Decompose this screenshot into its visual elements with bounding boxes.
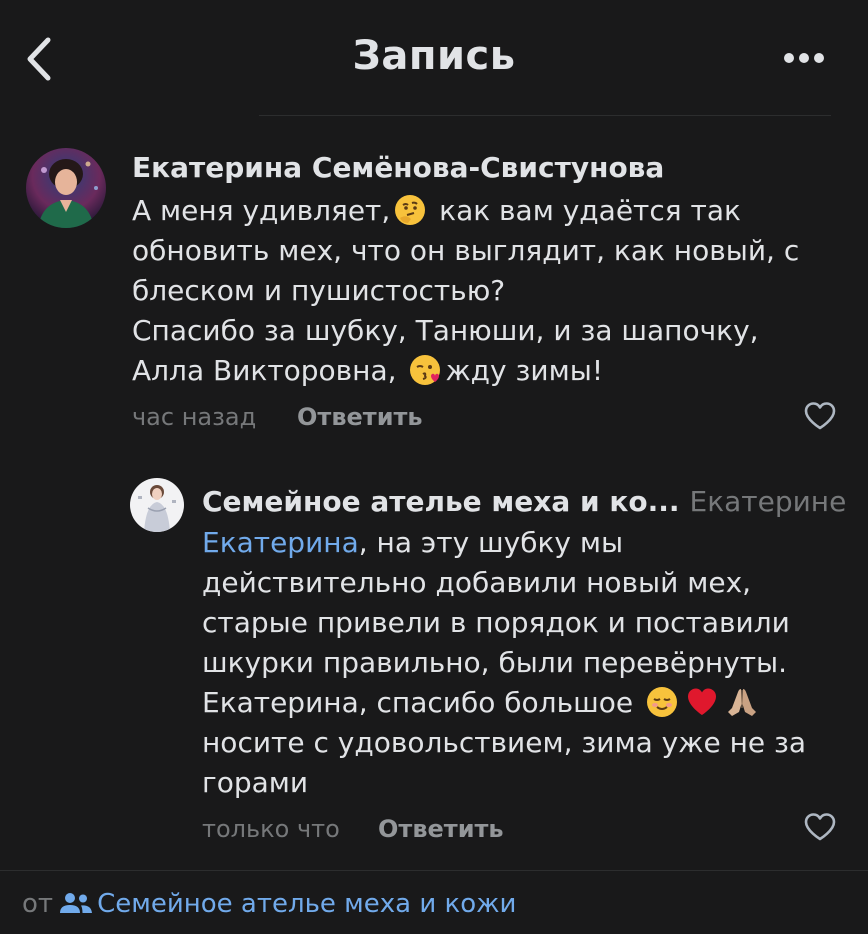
text-line: обновить мех, что он выглядит, как новый… (132, 234, 800, 267)
comment-author[interactable]: Екатерина Семёнова-Свистунова (132, 151, 664, 184)
red-heart-emoji (687, 688, 716, 715)
reply-to-label[interactable]: Екатерине (690, 485, 847, 518)
text-line: действительно добавили новый мех, (202, 566, 752, 599)
comment-time: час назад (132, 403, 257, 431)
more-horizontal-icon (784, 53, 824, 63)
text-line: носите с удовольствием, зима уже не за (202, 726, 807, 759)
text-segment: жду зимы! (445, 354, 604, 387)
reply-text: Екатерина, на эту шубку мы действительно… (202, 523, 806, 803)
top-bar: Запись (0, 0, 868, 116)
avatar[interactable] (26, 148, 106, 228)
text-segment: А меня удивляет, (132, 194, 391, 227)
reply-reply-button[interactable]: Ответить (378, 815, 504, 843)
footer-divider (0, 870, 868, 871)
mention-link[interactable]: Екатерина (202, 526, 359, 559)
thinking-face-emoji (395, 195, 426, 225)
reply-time: только что (202, 815, 340, 843)
text-segment: , на эту шубку мы (358, 526, 624, 559)
more-button[interactable] (780, 44, 828, 72)
text-line: Спасибо за шубку, Танюши, и за шапочку, (132, 314, 759, 347)
text-line: старые привели в порядок и поставили (202, 606, 790, 639)
text-segment: Екатерина, спасибо большое (202, 686, 634, 719)
users-icon (60, 893, 93, 913)
source-footer: от Семейное ателье меха и кожи (22, 889, 516, 919)
heart-outline-icon (804, 813, 836, 841)
footer-prefix: от (22, 889, 54, 919)
text-segment: как вам удаётся так (439, 194, 741, 227)
heart-outline-icon (804, 402, 836, 430)
text-line: блеском и пушистостью? (132, 274, 506, 307)
reply-avatar[interactable] (130, 478, 184, 532)
reply-like-button[interactable] (803, 811, 837, 843)
like-button[interactable] (803, 400, 837, 432)
reply-author[interactable]: Семейное ателье меха и ко... Екатерине (202, 485, 846, 518)
reply-button[interactable]: Ответить (297, 403, 423, 431)
header-divider (259, 115, 831, 116)
reply-author-name[interactable]: Семейное ателье меха и ко... (202, 485, 680, 518)
smiling-face-emoji (646, 687, 677, 717)
page-title: Запись (352, 33, 516, 79)
text-line: шкурки правильно, были перевёрнуты. (202, 646, 788, 679)
text-segment: Алла Викторовна, (132, 354, 397, 387)
comment-text: А меня удивляет, как вам удаётся так обн… (132, 191, 799, 391)
group-link[interactable]: Семейное ателье меха и кожи (97, 889, 516, 919)
face-blowing-kiss-emoji (410, 355, 441, 385)
folded-hands-emoji (727, 689, 756, 716)
text-line: горами (202, 766, 309, 799)
